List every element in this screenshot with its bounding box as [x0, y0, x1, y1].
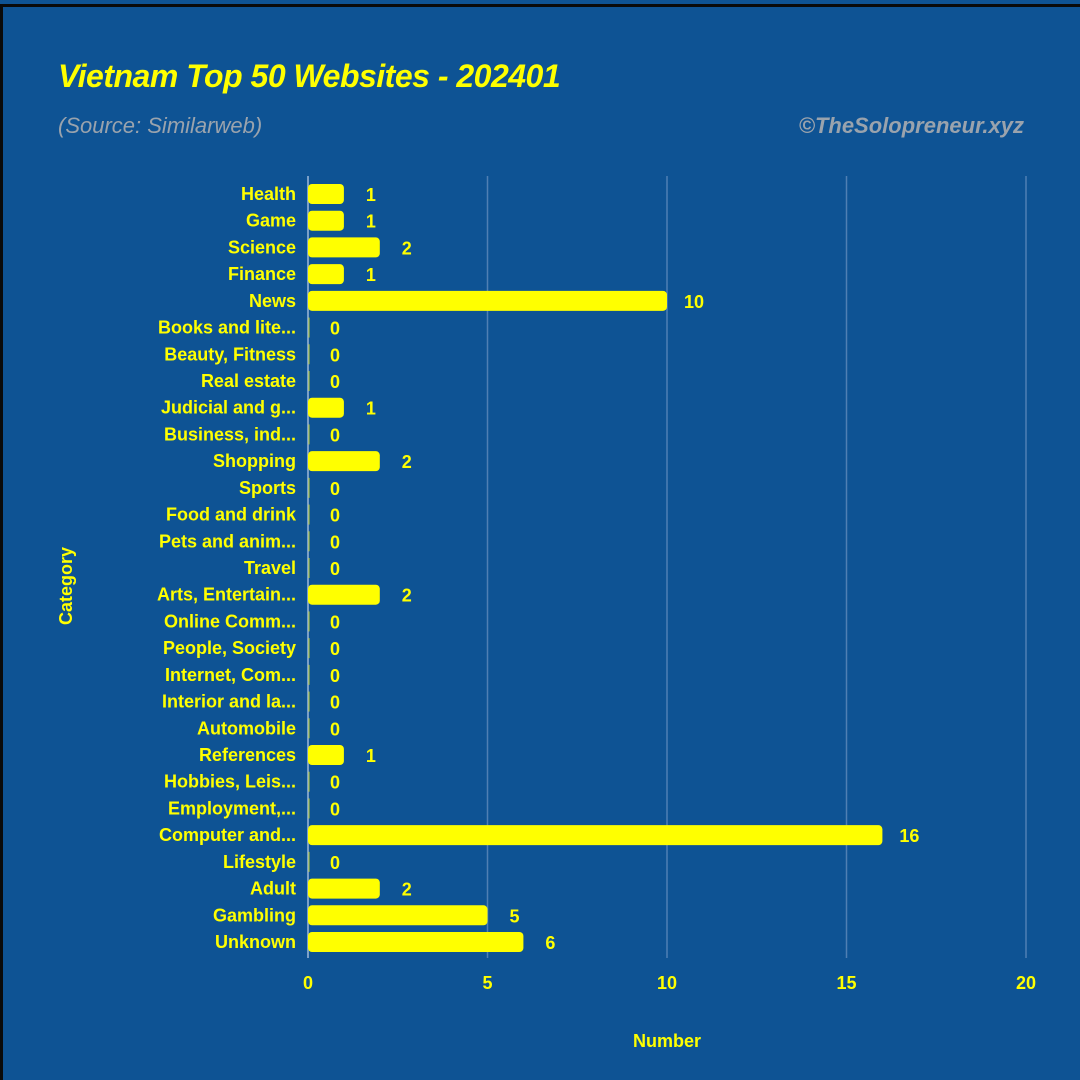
value-label: 0 — [330, 719, 340, 739]
category-label: Finance — [228, 264, 296, 284]
bar — [308, 664, 310, 685]
category-label: Lifestyle — [223, 852, 296, 872]
value-label: 0 — [330, 319, 340, 339]
bar — [308, 451, 380, 472]
value-label: 0 — [330, 479, 340, 499]
x-tick-label: 5 — [482, 973, 492, 993]
category-label: People, Society — [163, 638, 296, 658]
category-label: News — [249, 291, 296, 311]
category-label: Computer and... — [159, 825, 296, 845]
bar — [308, 932, 524, 952]
bar — [308, 878, 380, 899]
category-label: Judicial and g... — [161, 398, 296, 418]
bar — [308, 264, 344, 285]
bar — [308, 424, 310, 445]
category-label: Online Comm... — [164, 611, 296, 631]
bars — [308, 184, 883, 952]
category-label: Gambling — [213, 905, 296, 925]
bar — [308, 210, 344, 231]
value-label: 0 — [330, 853, 340, 873]
category-label: Sports — [239, 478, 296, 498]
bar — [308, 691, 310, 712]
bar — [308, 290, 667, 311]
bar — [308, 798, 310, 819]
value-label: 2 — [402, 238, 412, 258]
category-label: Game — [246, 211, 296, 231]
category-label: Travel — [244, 558, 296, 578]
bar — [308, 344, 310, 365]
bar — [308, 317, 310, 338]
bar — [308, 397, 344, 418]
y-axis-title: Category — [56, 547, 76, 625]
value-label: 0 — [330, 506, 340, 526]
value-label: 5 — [509, 906, 519, 926]
category-label: Internet, Com... — [165, 665, 296, 685]
x-tick-labels: 0 5 10 15 20 — [303, 973, 1036, 993]
value-label: 1 — [366, 185, 376, 205]
value-label: 1 — [366, 212, 376, 232]
bar-chart: Health Game Science Finance News Books and li… — [56, 176, 1036, 1051]
bar — [308, 851, 310, 872]
category-label: Real estate — [201, 371, 296, 391]
value-label: 0 — [330, 345, 340, 365]
category-labels: Health Game Science Finance News Books and li… — [157, 184, 297, 952]
bar — [308, 584, 380, 605]
category-label: Books and lite... — [158, 318, 296, 338]
category-label: Science — [228, 237, 296, 257]
category-label: Unknown — [215, 932, 296, 952]
bar — [308, 825, 883, 846]
x-tick-label: 10 — [657, 973, 677, 993]
bar — [308, 905, 488, 926]
value-label: 0 — [330, 666, 340, 686]
value-label: 0 — [330, 693, 340, 713]
bar — [308, 718, 310, 739]
category-label: Shopping — [213, 451, 296, 471]
bar — [308, 371, 310, 391]
value-label: 16 — [899, 826, 919, 846]
value-label: 6 — [545, 933, 555, 953]
category-label: Automobile — [197, 718, 296, 738]
value-label: 10 — [684, 292, 704, 312]
value-label: 0 — [330, 425, 340, 445]
category-label: References — [199, 745, 296, 765]
x-axis-title: Number — [633, 1031, 701, 1051]
value-label: 1 — [366, 399, 376, 419]
value-label: 0 — [330, 532, 340, 552]
x-tick-label: 20 — [1016, 973, 1036, 993]
value-label: 1 — [366, 265, 376, 285]
category-label: Arts, Entertain... — [157, 585, 296, 605]
category-label: Pets and anim... — [159, 531, 296, 551]
bar — [308, 745, 344, 765]
category-label: Food and drink — [166, 505, 297, 525]
value-label: 0 — [330, 612, 340, 632]
x-tick-label: 15 — [836, 973, 856, 993]
bar — [308, 611, 310, 632]
bar — [308, 531, 310, 552]
value-label: 1 — [366, 746, 376, 766]
value-label: 2 — [402, 880, 412, 900]
value-label: 2 — [402, 586, 412, 606]
value-label: 0 — [330, 559, 340, 579]
bar — [308, 477, 310, 498]
category-label: Health — [241, 184, 296, 204]
category-label: Adult — [250, 879, 296, 899]
bar — [308, 771, 310, 792]
value-label: 2 — [402, 452, 412, 472]
x-tick-label: 0 — [303, 973, 313, 993]
bar — [308, 184, 344, 204]
bar — [308, 638, 310, 659]
category-label: Beauty, Fitness — [164, 344, 296, 364]
category-label: Business, ind... — [164, 424, 296, 444]
value-label: 0 — [330, 639, 340, 659]
bar — [308, 558, 310, 578]
value-label: 0 — [330, 773, 340, 793]
category-label: Interior and la... — [162, 692, 296, 712]
value-label: 0 — [330, 372, 340, 392]
category-label: Employment,... — [168, 798, 296, 818]
bar — [308, 504, 310, 525]
bar — [308, 237, 380, 258]
value-label: 0 — [330, 799, 340, 819]
category-label: Hobbies, Leis... — [164, 772, 296, 792]
